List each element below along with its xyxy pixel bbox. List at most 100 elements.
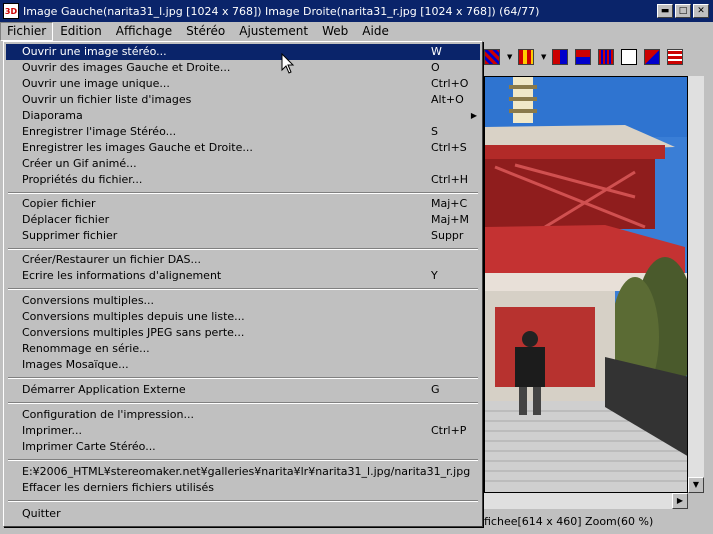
menu-item-print-card[interactable]: Imprimer Carte Stéréo... (6, 439, 480, 455)
menu-affichage[interactable]: Affichage (109, 23, 179, 40)
menu-aide[interactable]: Aide (355, 23, 396, 40)
menu-item-shortcut: Maj+C (431, 197, 468, 210)
menu-item-label: Renommage en série... (22, 342, 150, 355)
menu-item-label: E:¥2006_HTML¥stereomaker.net¥galleries¥n… (22, 465, 471, 478)
menu-item-label: Créer/Restaurer un fichier DAS... (22, 253, 201, 266)
dropdown-arrow-icon[interactable]: ▼ (541, 53, 548, 61)
menu-stereo[interactable]: Stéréo (179, 23, 232, 40)
over-under-icon[interactable] (575, 49, 591, 65)
minimize-button[interactable]: ▬ (657, 4, 673, 18)
menu-item-external-app[interactable]: Démarrer Application Externe G (6, 382, 480, 398)
menu-separator (8, 288, 478, 290)
menu-item-label: Déplacer fichier (22, 213, 110, 226)
maximize-icon: □ (678, 5, 688, 16)
menu-item-shortcut: Ctrl+O (431, 77, 469, 90)
menu-item-move-file[interactable]: Déplacer fichier Maj+M (6, 212, 480, 228)
menu-separator (8, 377, 478, 379)
menu-ajustement[interactable]: Ajustement (232, 23, 315, 40)
menu-item-batch-convert[interactable]: Conversions multiples... (6, 293, 480, 309)
menu-item-batch-convert-list[interactable]: Conversions multiples depuis une liste..… (6, 309, 480, 325)
menu-item-open-left-right[interactable]: Ouvrir des images Gauche et Droite... O (6, 60, 480, 76)
menu-item-label: Effacer les derniers fichiers utilisés (22, 481, 214, 494)
status-text: fichee[614 x 460] Zoom(60 %) (484, 514, 654, 528)
menu-item-shortcut: G (431, 383, 440, 396)
toolbar: ▼ ▼ (484, 44, 713, 70)
app-icon[interactable]: 3D (3, 3, 19, 19)
menu-separator (8, 402, 478, 404)
menu-item-copy-file[interactable]: Copier fichier Maj+C (6, 196, 480, 212)
menu-item-shortcut: Y (431, 269, 438, 282)
menu-fichier[interactable]: Fichier (0, 22, 54, 41)
horizontal-scrollbar[interactable]: ▶ (484, 493, 688, 509)
menu-item-label: Conversions multiples JPEG sans perte... (22, 326, 245, 339)
scroll-right-button[interactable]: ▶ (672, 493, 688, 509)
menu-item-clear-recent[interactable]: Effacer les derniers fichiers utilisés (6, 480, 480, 496)
menu-item-label: Ecrire les informations d'alignement (22, 269, 222, 282)
menu-item-label: Conversions multiples... (22, 294, 155, 307)
minimize-icon: ▬ (660, 5, 670, 16)
close-icon: ✕ (697, 5, 705, 16)
vertical-scrollbar[interactable]: ▼ (688, 76, 704, 493)
menu-item-open-stereo[interactable]: Ouvrir une image stéréo... W (6, 44, 480, 60)
menu-separator (8, 500, 478, 502)
close-button[interactable]: ✕ (693, 4, 709, 18)
menu-item-das-file[interactable]: Créer/Restaurer un fichier DAS... (6, 252, 480, 268)
title-bar[interactable]: 3D Image Gauche(narita31_l.jpg [1024 x 7… (0, 0, 713, 22)
menu-item-open-single[interactable]: Ouvrir une image unique... Ctrl+O (6, 76, 480, 92)
color-mode-icon[interactable] (518, 49, 534, 65)
scroll-down-button[interactable]: ▼ (688, 477, 704, 493)
glasses-icon[interactable] (621, 49, 637, 65)
arrow-down-icon: ▼ (692, 480, 700, 489)
swap-icon[interactable] (644, 49, 660, 65)
submenu-arrow-icon: ▶ (470, 111, 477, 120)
maximize-button[interactable]: □ (675, 4, 691, 18)
menu-item-write-alignment[interactable]: Ecrire les informations d'alignement Y (6, 268, 480, 284)
menu-item-shortcut: W (431, 45, 442, 58)
status-bar: fichee[614 x 460] Zoom(60 %) (484, 512, 713, 530)
menu-item-shortcut: Ctrl+S (431, 141, 467, 154)
menu-item-mosaic[interactable]: Images Mosaïque... (6, 357, 480, 373)
window-title: Image Gauche(narita31_l.jpg [1024 x 768]… (23, 4, 540, 18)
menu-item-label: Ouvrir un fichier liste d'images (22, 93, 192, 106)
menu-item-open-list[interactable]: Ouvrir un fichier liste d'images Alt+O (6, 92, 480, 108)
menu-item-file-properties[interactable]: Propriétés du fichier... Ctrl+H (6, 172, 480, 188)
menu-item-label: Ouvrir des images Gauche et Droite... (22, 61, 231, 74)
menu-separator (8, 459, 478, 461)
menu-item-shortcut: Suppr (431, 229, 464, 242)
menu-item-batch-rename[interactable]: Renommage en série... (6, 341, 480, 357)
menu-item-shortcut: S (431, 125, 438, 138)
menu-item-label: Quitter (22, 507, 61, 520)
menu-item-label: Images Mosaïque... (22, 358, 129, 371)
side-by-side-icon[interactable] (552, 49, 568, 65)
stereo-image-view[interactable] (484, 76, 688, 493)
menu-item-shortcut: Ctrl+P (431, 424, 467, 437)
menu-item-label: Enregistrer les images Gauche et Droite.… (22, 141, 253, 154)
menu-edition[interactable]: Edition (53, 23, 109, 40)
anaglyph-mode-icon[interactable] (484, 49, 500, 65)
arrow-right-icon: ▶ (676, 496, 684, 505)
menu-item-label: Créer un Gif animé... (22, 157, 137, 170)
menu-item-create-gif[interactable]: Créer un Gif animé... (6, 156, 480, 172)
menu-web[interactable]: Web (315, 23, 355, 40)
mouse-cursor-icon (281, 53, 295, 74)
menu-item-save-stereo[interactable]: Enregistrer l'image Stéréo... S (6, 124, 480, 140)
menu-separator (8, 192, 478, 194)
menu-item-label: Configuration de l'impression... (22, 408, 194, 421)
menu-item-print-setup[interactable]: Configuration de l'impression... (6, 407, 480, 423)
grid-icon[interactable] (667, 49, 683, 65)
interlace-icon[interactable] (598, 49, 614, 65)
temple-photo (485, 77, 687, 492)
menu-item-slideshow[interactable]: Diaporama ▶ (6, 108, 480, 124)
menu-item-recent-file[interactable]: E:¥2006_HTML¥stereomaker.net¥galleries¥n… (6, 464, 480, 480)
menu-item-batch-lossless-jpeg[interactable]: Conversions multiples JPEG sans perte... (6, 325, 480, 341)
menu-item-print[interactable]: Imprimer... Ctrl+P (6, 423, 480, 439)
menu-item-shortcut: Alt+O (431, 93, 464, 106)
menu-bar: Fichier Edition Affichage Stéréo Ajustem… (0, 22, 713, 41)
menu-item-quit[interactable]: Quitter (6, 506, 480, 522)
menu-item-label: Copier fichier (22, 197, 96, 210)
menu-item-label: Ouvrir une image stéréo... (22, 45, 167, 58)
menu-item-delete-file[interactable]: Supprimer fichier Suppr (6, 228, 480, 244)
menu-item-save-left-right[interactable]: Enregistrer les images Gauche et Droite.… (6, 140, 480, 156)
menu-item-label: Propriétés du fichier... (22, 173, 143, 186)
dropdown-arrow-icon[interactable]: ▼ (507, 53, 514, 61)
